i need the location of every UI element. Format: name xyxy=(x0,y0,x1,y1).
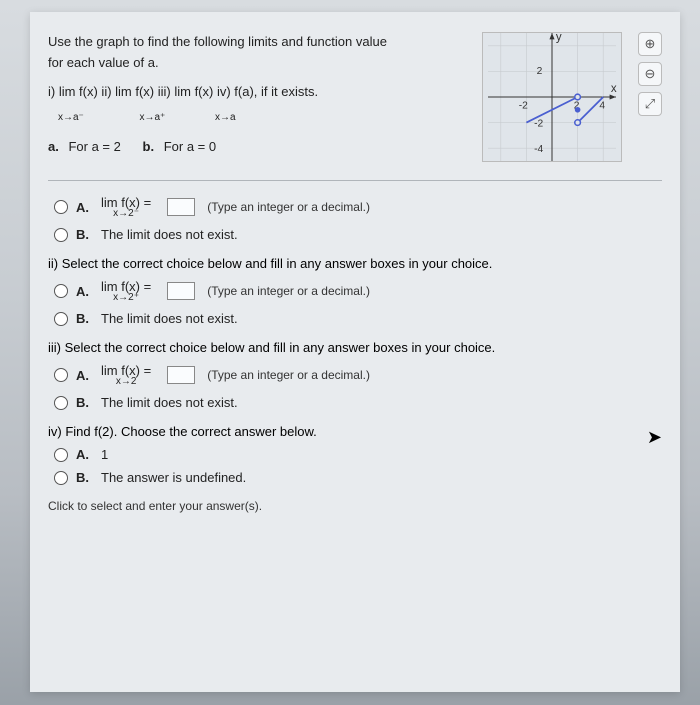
question-iv: A. 1 B. The answer is undefined. xyxy=(48,447,662,485)
limit-expression: lim f(x) = x→2⁺ xyxy=(101,279,151,303)
part-a-text: For a = 2 xyxy=(68,139,120,154)
svg-text:-2: -2 xyxy=(534,118,543,129)
part-b-text: For a = 0 xyxy=(164,139,216,154)
zoom-out-icon[interactable]: ⊖ xyxy=(638,62,662,86)
limit-expression: lim f(x) = x→2⁻ xyxy=(101,195,151,219)
radio-icon[interactable] xyxy=(54,228,68,242)
svg-text:-4: -4 xyxy=(534,144,543,155)
graph-panel: x y -2 2 4 2 -2 -4 xyxy=(482,32,622,162)
function-graph[interactable]: x y -2 2 4 2 -2 -4 xyxy=(482,32,622,162)
problem-text: Use the graph to find the following limi… xyxy=(48,32,470,158)
svg-text:2: 2 xyxy=(537,66,543,77)
svg-text:4: 4 xyxy=(599,101,605,112)
question-i: A. lim f(x) = x→2⁻ (Type an integer or a… xyxy=(48,195,662,242)
zoom-in-icon[interactable]: ⊕ xyxy=(638,32,662,56)
choice-i-A[interactable]: A. lim f(x) = x→2⁻ (Type an integer or a… xyxy=(54,195,662,219)
part-b-label: b. xyxy=(143,139,155,154)
answer-input[interactable] xyxy=(167,282,195,300)
choice-i-B[interactable]: B. The limit does not exist. xyxy=(54,227,662,242)
part-a-label: a. xyxy=(48,139,59,154)
radio-icon[interactable] xyxy=(54,284,68,298)
instruction-iv: iv) Find f(2). Choose the correct answer… xyxy=(48,424,662,439)
question-iii: A. lim f(x) = x→2 (Type an integer or a … xyxy=(48,363,662,410)
choice-iii-B[interactable]: B. The limit does not exist. xyxy=(54,395,662,410)
radio-icon[interactable] xyxy=(54,368,68,382)
graph-toolbar: ⊕ ⊖ ⤢ xyxy=(638,32,662,116)
intro-line-1: Use the graph to find the following limi… xyxy=(48,32,470,53)
worksheet-page: Use the graph to find the following limi… xyxy=(30,12,680,692)
radio-icon[interactable] xyxy=(54,448,68,462)
choice-ii-B[interactable]: B. The limit does not exist. xyxy=(54,311,662,326)
footer-instruction: Click to select and enter your answer(s)… xyxy=(48,499,662,513)
intro-line-2: for each value of a. xyxy=(48,53,470,74)
choice-ii-A[interactable]: A. lim f(x) = x→2⁺ (Type an integer or a… xyxy=(54,279,662,303)
answer-input[interactable] xyxy=(167,366,195,384)
svg-text:-2: -2 xyxy=(519,101,528,112)
svg-text:y: y xyxy=(556,32,562,44)
choice-iv-A[interactable]: A. 1 xyxy=(54,447,662,462)
divider xyxy=(48,180,662,181)
answer-input[interactable] xyxy=(167,198,195,216)
limits-definition: i) lim f(x) ii) lim f(x) iii) lim f(x) i… xyxy=(48,82,470,124)
parts-row: a. For a = 2 b. For a = 0 xyxy=(48,137,470,158)
radio-icon[interactable] xyxy=(54,396,68,410)
choice-iv-B[interactable]: B. The answer is undefined. xyxy=(54,470,662,485)
choice-iii-A[interactable]: A. lim f(x) = x→2 (Type an integer or a … xyxy=(54,363,662,387)
limit-expression: lim f(x) = x→2 xyxy=(101,363,151,387)
radio-icon[interactable] xyxy=(54,312,68,326)
svg-text:x: x xyxy=(611,83,617,95)
instruction-ii: ii) Select the correct choice below and … xyxy=(48,256,662,271)
expand-icon[interactable]: ⤢ xyxy=(638,92,662,116)
question-ii: A. lim f(x) = x→2⁺ (Type an integer or a… xyxy=(48,279,662,326)
radio-icon[interactable] xyxy=(54,200,68,214)
radio-icon[interactable] xyxy=(54,471,68,485)
problem-header: Use the graph to find the following limi… xyxy=(48,32,662,162)
instruction-iii: iii) Select the correct choice below and… xyxy=(48,340,662,355)
